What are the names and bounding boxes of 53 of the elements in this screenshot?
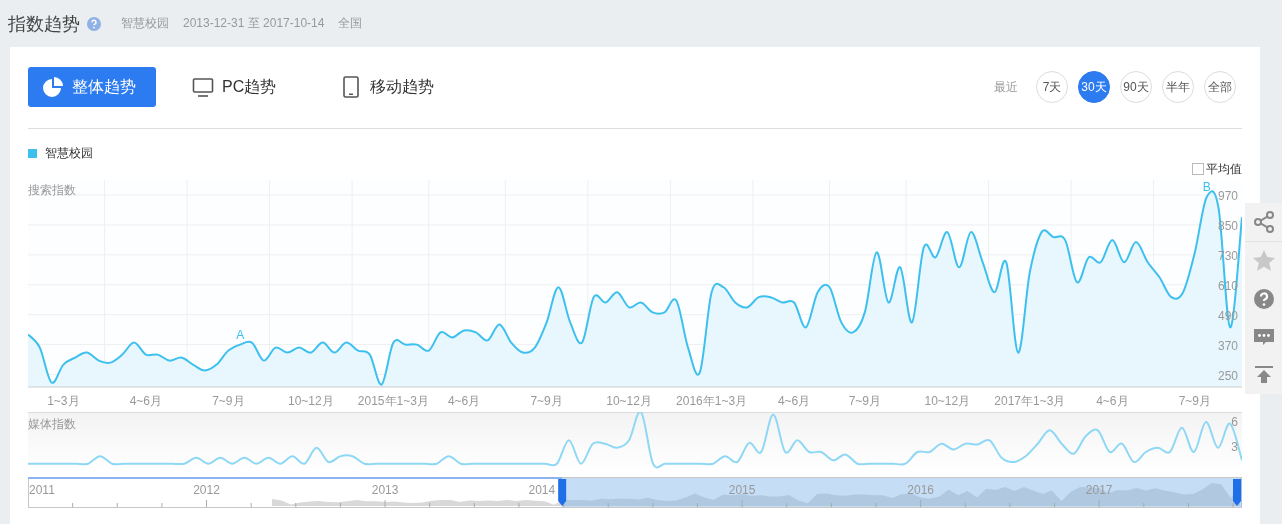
x-tick-label: 2016年1~3月 [676,394,748,408]
date-range: 2013-12-31 至 2017-10-14 [183,15,325,32]
keyword-label: 智慧校园 [121,15,169,32]
range-button[interactable]: 7天 [1036,71,1068,103]
average-checkbox[interactable]: 平均值 [1192,161,1242,177]
trend-tab[interactable]: 整体趋势 [28,67,156,107]
range-button[interactable]: 90天 [1120,71,1152,103]
year-label: 2016 [907,483,934,497]
x-tick-label: 7~9月 [1178,394,1212,408]
axis-title: 搜索指数 [28,183,76,197]
x-tick-label: 4~6月 [129,394,163,408]
y-tick-label: 370 [1217,338,1238,353]
checkbox[interactable] [1192,163,1204,175]
page-title: 指数趋势 [8,12,80,36]
x-tick-label: 4~6月 [1096,394,1129,408]
annotation-marker: B [1202,180,1211,195]
x-tick-label: 4~6月 [447,394,481,408]
axis-title: 媒体指数 [28,417,76,431]
year-label: 2012 [193,483,220,497]
x-tick-label: 7~9月 [212,394,245,408]
year-label: 2013 [371,483,399,497]
range-button[interactable]: 半年 [1162,71,1194,103]
recent-label: 最近 [994,78,1018,96]
x-tick-label: 10~12月 [924,394,971,408]
range-handle[interactable] [1233,479,1241,506]
range-button[interactable]: 30天 [1078,71,1110,103]
x-tick-label: 2015年1~3月 [357,394,429,408]
y-tick-label: 970 [1217,188,1238,203]
range-handle[interactable] [558,479,567,506]
y-tick-label: 6 [1231,415,1238,429]
legend-label: 智慧校园 [45,144,93,162]
pie-chart-icon [42,76,64,98]
x-tick-label: 4~6月 [777,394,811,408]
x-tick-label: 7~9月 [848,394,881,408]
y-tick-label: 250 [1217,368,1238,383]
trend-tab[interactable]: 移动趋势 [326,67,463,107]
monitor-icon [192,76,214,98]
x-tick-label: 10~12月 [606,394,652,408]
annotation-marker: A [236,327,245,342]
trend-tab[interactable]: PC趋势 [178,67,305,107]
year-label: 2014 [528,483,556,497]
selected-range[interactable] [562,478,1242,507]
year-label: 2015 [728,483,756,497]
x-tick-label: 1~3月 [47,394,80,408]
range-button[interactable]: 全部 [1204,71,1236,103]
region-label: 全国 [338,15,363,32]
y-tick-label: 3 [1231,440,1238,454]
x-tick-label: 10~12月 [288,394,334,408]
x-tick-label: 2017年1~3月 [994,394,1066,408]
year-label: 2011 [29,483,55,497]
year-label: 2017 [1085,483,1113,497]
help-icon[interactable] [87,16,101,31]
x-tick-label: 7~9月 [530,394,563,408]
